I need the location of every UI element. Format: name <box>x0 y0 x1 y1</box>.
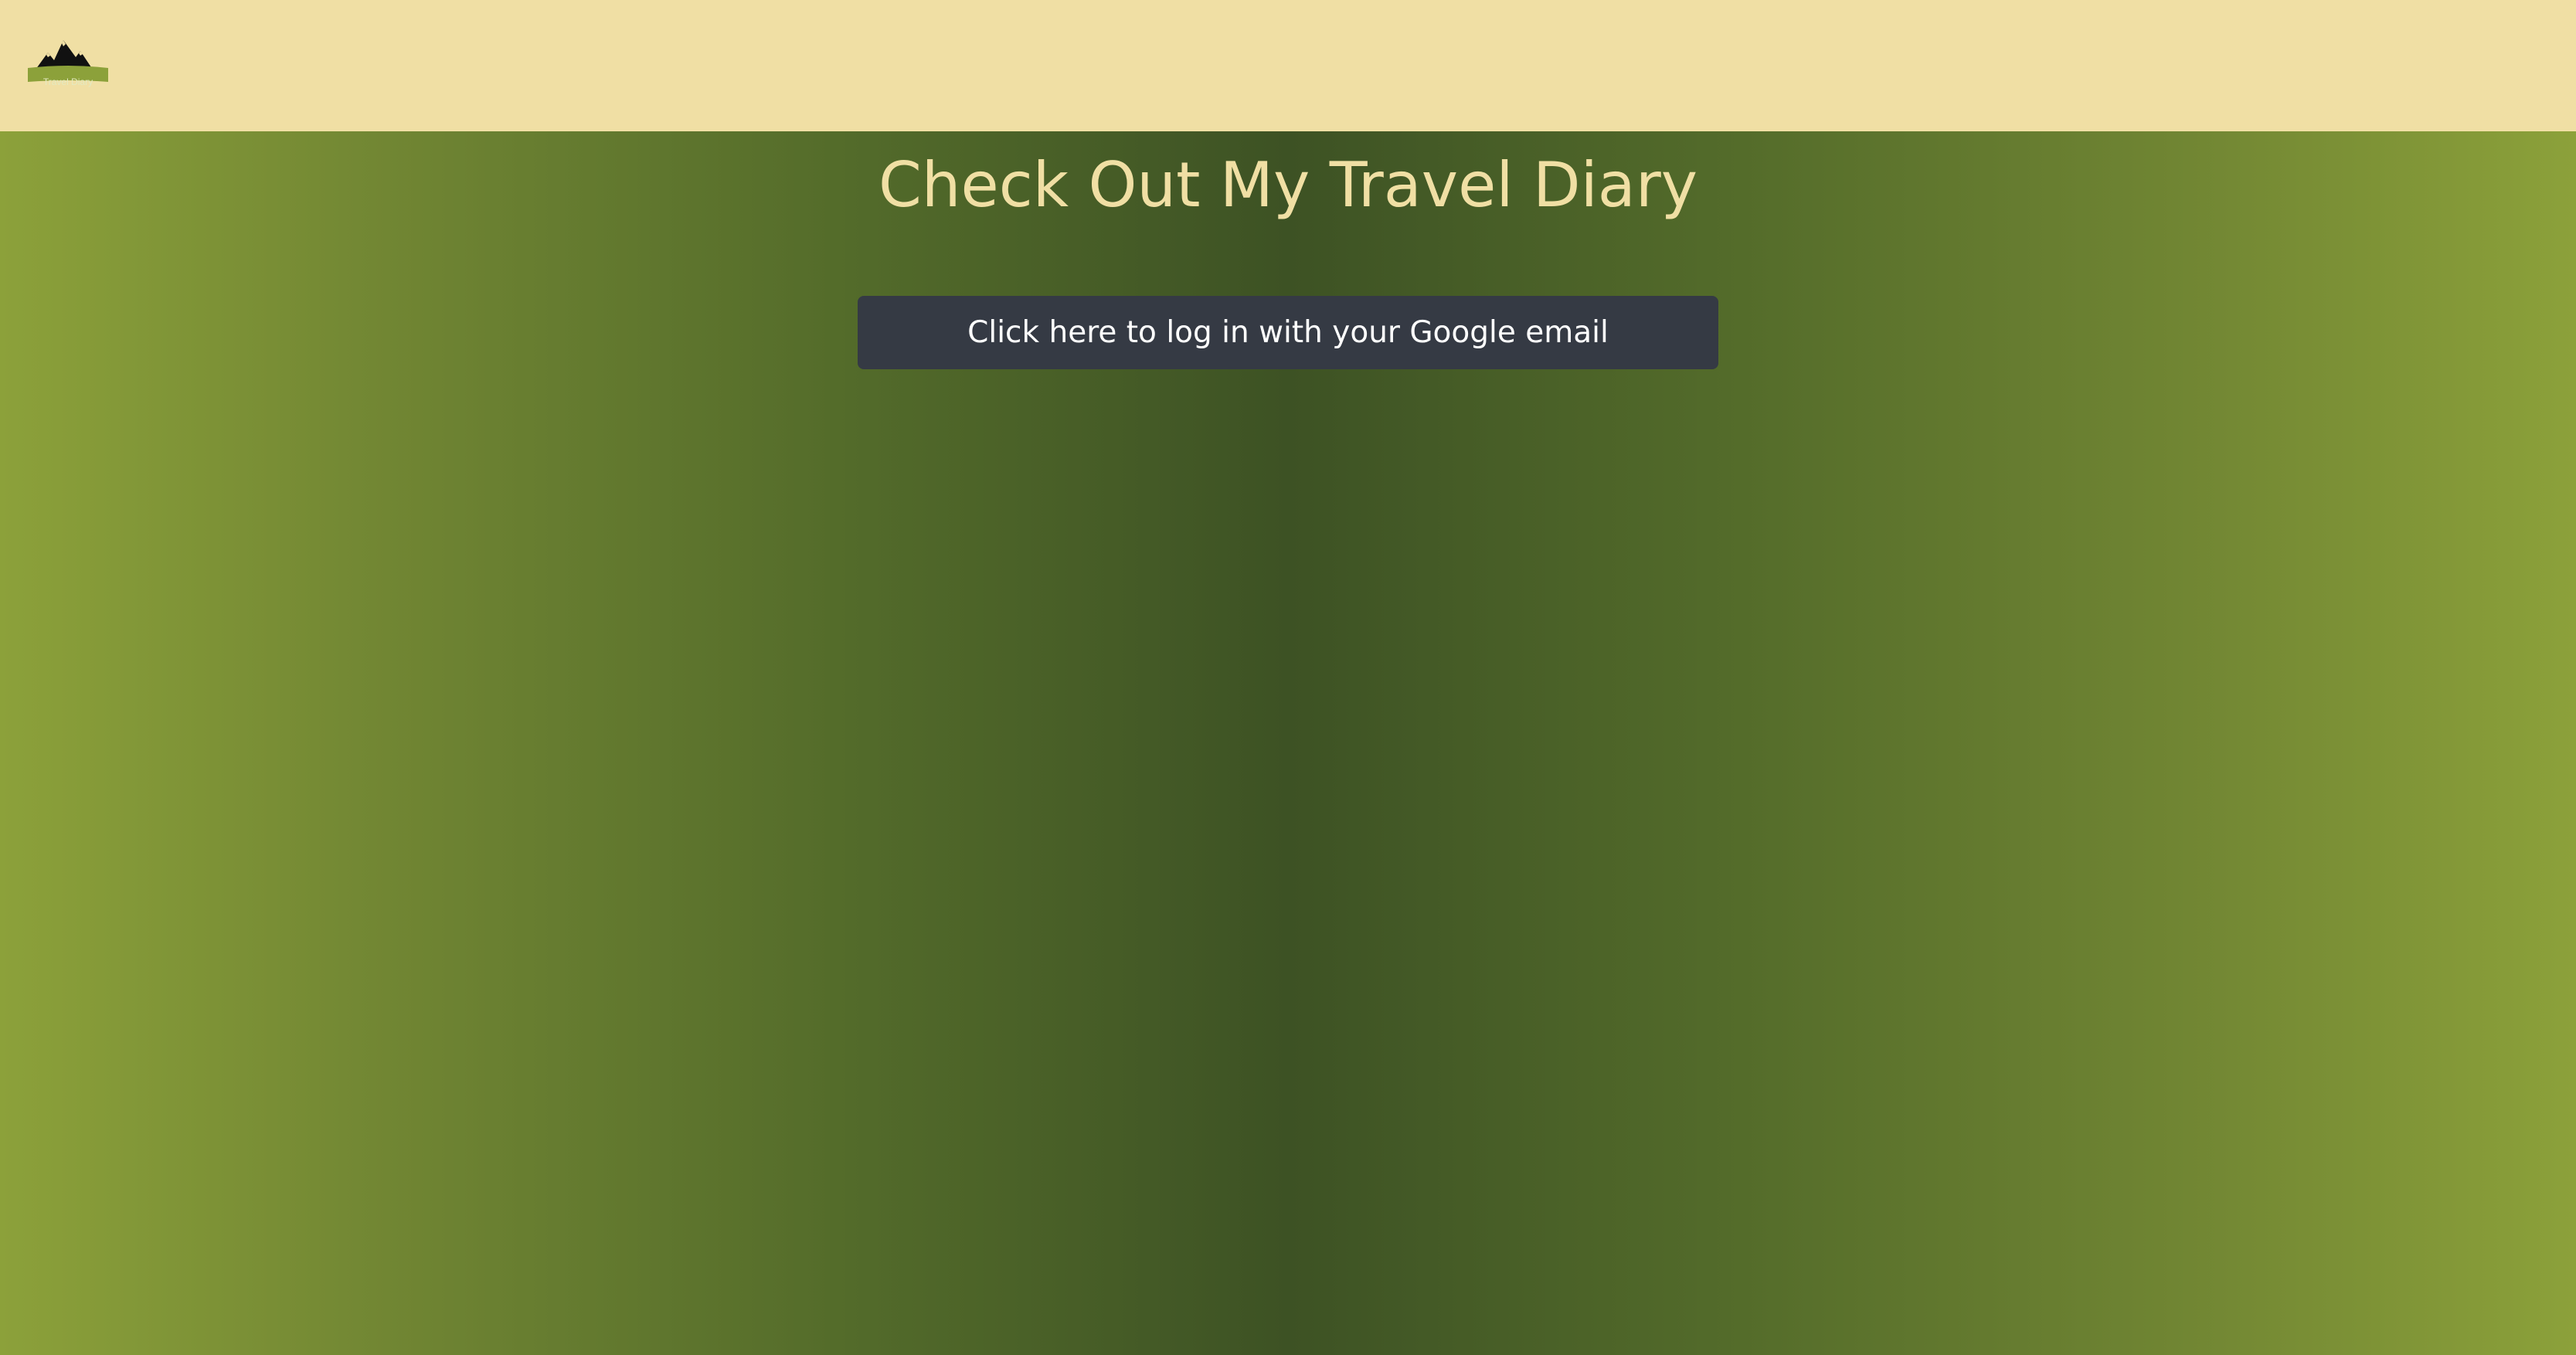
main-content: Check Out My Travel Diary Click here to … <box>0 131 2576 1355</box>
page-title: Check Out My Travel Diary <box>878 149 1698 221</box>
navbar: Travel Diary <box>0 0 2576 131</box>
site-logo[interactable]: Travel Diary <box>25 34 111 93</box>
google-login-button[interactable]: Click here to log in with your Google em… <box>858 296 1718 369</box>
logo-text: Travel Diary <box>42 76 93 87</box>
